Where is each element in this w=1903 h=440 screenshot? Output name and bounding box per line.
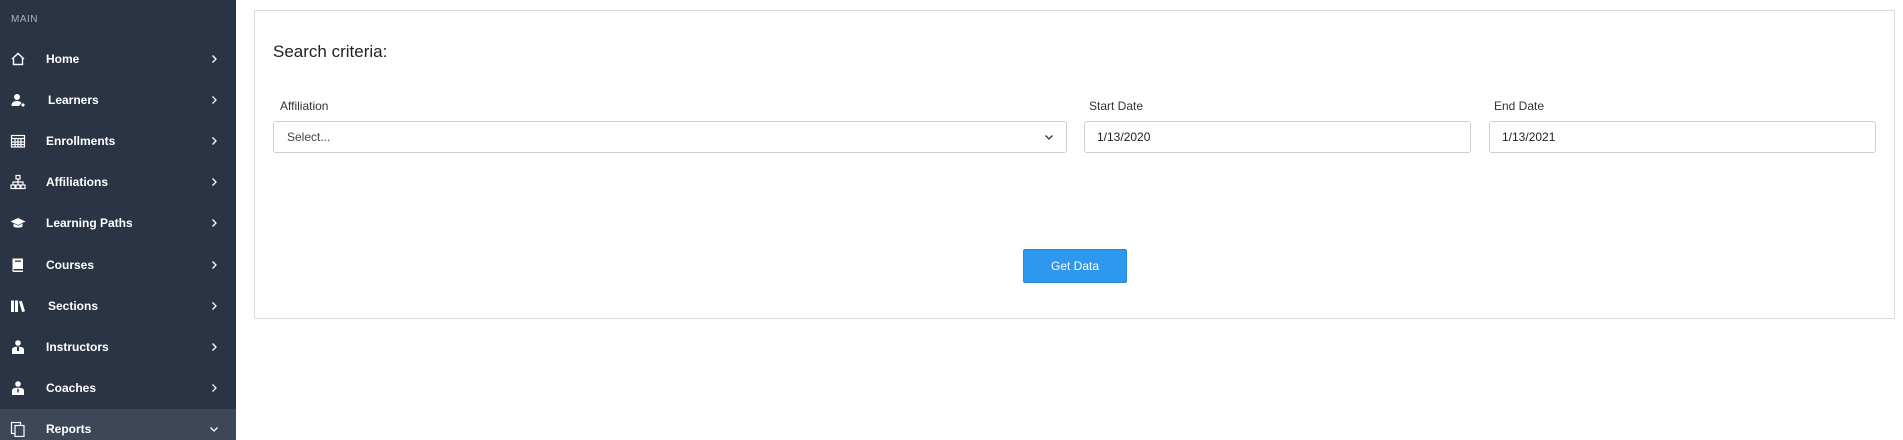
chevron-right-icon [209,260,219,270]
user-icon [10,92,26,108]
books-icon [10,298,26,314]
home-icon [10,51,26,67]
chevron-right-icon [209,218,219,228]
start-date-input[interactable] [1084,121,1471,153]
main-content: Search criteria: Affiliation Select... S… [236,0,1903,440]
get-data-button[interactable]: Get Data [1023,249,1127,283]
end-date-label: End Date [1494,99,1545,113]
sidebar-section-label: MAIN [11,14,38,25]
reports-icon [10,421,26,438]
sidebar-item-instructors[interactable]: Instructors [0,326,236,367]
sidebar-item-label: Coaches [46,381,97,396]
coach-icon [10,380,26,396]
sidebar-item-label: Sections [48,298,99,313]
sidebar-item-affiliations[interactable]: Affiliations [0,162,236,203]
affiliation-select[interactable]: Select... [273,121,1067,153]
end-date-input[interactable] [1489,121,1876,153]
affiliation-label: Affiliation [280,99,329,113]
chevron-right-icon [209,342,219,352]
sidebar: MAIN Home Learners Enrollments Affiliati [0,0,236,440]
book-icon [10,257,26,273]
sidebar-item-coaches[interactable]: Coaches [0,368,236,409]
sidebar-item-learning-paths[interactable]: Learning Paths [0,203,236,244]
sidebar-item-courses[interactable]: Courses [0,244,236,285]
calendar-icon [10,133,26,149]
search-criteria-card: Search criteria: Affiliation Select... S… [254,10,1895,319]
sidebar-item-label: Instructors [46,339,109,354]
chevron-down-icon [1044,132,1054,142]
sidebar-item-label: Home [46,51,80,66]
graduation-cap-icon [10,215,26,231]
sidebar-item-sections[interactable]: Sections [0,285,236,326]
start-date-label: Start Date [1089,99,1144,113]
chevron-right-icon [209,177,219,187]
sitemap-icon [10,174,26,190]
sidebar-item-label: Enrollments [46,133,116,148]
sidebar-item-label: Affiliations [46,175,108,190]
chevron-right-icon [209,54,219,64]
sidebar-item-reports[interactable]: Reports [0,408,236,440]
sidebar-item-enrollments[interactable]: Enrollments [0,120,236,161]
chevron-right-icon [209,95,219,105]
chevron-down-icon [209,424,219,434]
sidebar-item-label: Learners [48,92,99,107]
sidebar-item-label: Learning Paths [46,216,133,231]
sidebar-item-label: Courses [46,257,95,272]
sidebar-item-label: Reports [46,422,92,437]
chevron-right-icon [209,301,219,311]
sidebar-item-home[interactable]: Home [0,38,236,79]
chevron-right-icon [209,136,219,146]
affiliation-select-value: Select... [287,130,331,144]
instructor-icon [10,339,26,355]
sidebar-item-learners[interactable]: Learners [0,79,236,120]
chevron-right-icon [209,383,219,393]
page-title: Search criteria: [273,42,388,61]
